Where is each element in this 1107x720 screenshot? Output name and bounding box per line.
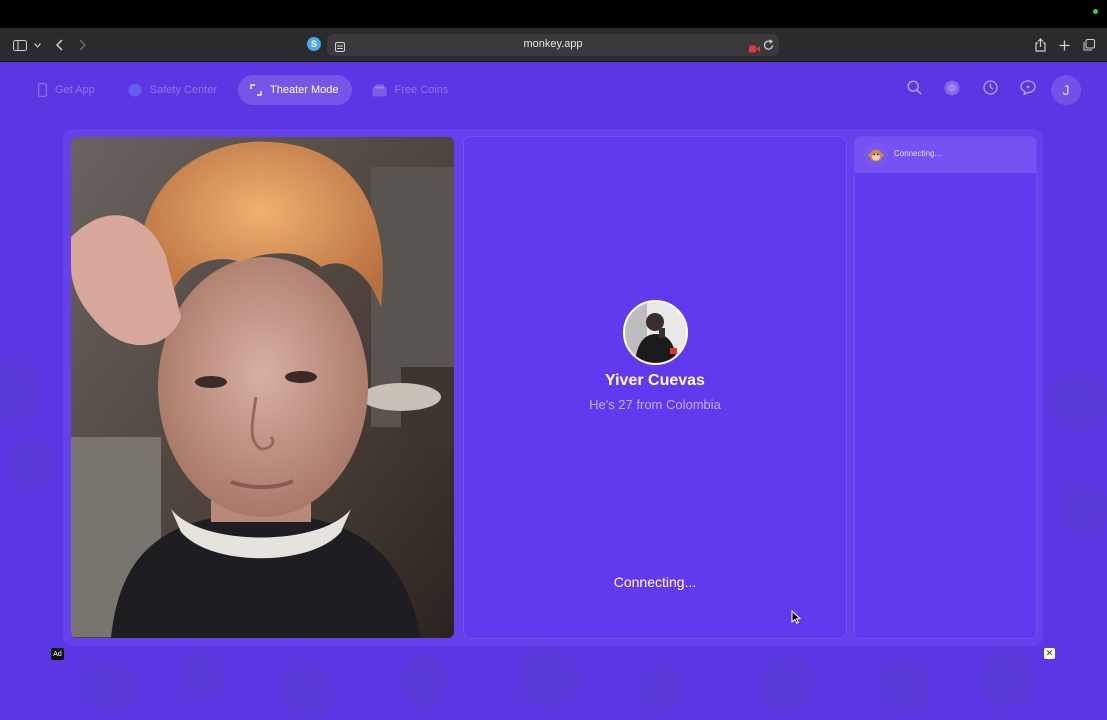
ad-badge: Ad <box>51 648 64 660</box>
profile-avatar[interactable]: J <box>1051 75 1081 105</box>
coins-icon <box>372 84 387 97</box>
connection-status: Connecting... <box>613 574 697 590</box>
browser-toolbar: S monkey.app <box>0 28 1107 62</box>
monkey-icon <box>864 143 888 167</box>
search-icon <box>906 80 922 100</box>
forward-icon[interactable] <box>77 36 87 54</box>
free-coins-label: Free Coins <box>394 84 449 96</box>
free-coins-button[interactable]: Free Coins <box>360 75 462 105</box>
phone-icon <box>38 83 47 97</box>
match-info: He's 27 from Colombia <box>589 397 721 412</box>
safety-center-label: Safety Center <box>149 84 218 96</box>
shield-icon <box>128 83 142 97</box>
theater-mode-label: Theater Mode <box>270 84 339 96</box>
top-nav: Get App Safety Center Theater Mode Free … <box>26 75 461 105</box>
url-text: monkey.app <box>523 38 583 50</box>
match-name: Yiver Cuevas <box>605 372 705 389</box>
menu-bar <box>0 0 1107 28</box>
camera-indicator-icon <box>1093 9 1098 14</box>
history-button[interactable] <box>975 75 1005 105</box>
reload-icon[interactable] <box>763 38 774 56</box>
chat-button[interactable] <box>1013 75 1043 105</box>
connecting-item: Connecting... <box>855 137 1036 173</box>
close-ad-button[interactable]: ✕ <box>1044 648 1055 659</box>
get-app-button[interactable]: Get App <box>26 75 108 105</box>
gems-button[interactable] <box>937 75 967 105</box>
monkey-app-page: Get App Safety Center Theater Mode Free … <box>0 62 1107 720</box>
local-video <box>71 137 454 638</box>
share-icon[interactable] <box>1034 36 1046 54</box>
gem-icon <box>944 80 960 101</box>
chat-icon <box>1020 80 1036 100</box>
safety-center-button[interactable]: Safety Center <box>116 75 230 105</box>
theater-mode-button[interactable]: Theater Mode <box>238 75 352 105</box>
get-app-label: Get App <box>55 84 95 96</box>
chat-sidebar: Connecting... <box>854 136 1037 639</box>
address-bar[interactable]: monkey.app <box>327 34 779 56</box>
tab-overview-icon[interactable] <box>1082 36 1095 54</box>
expand-icon <box>250 84 262 96</box>
match-avatar <box>623 300 688 365</box>
history-icon <box>982 80 998 100</box>
new-tab-icon[interactable] <box>1058 36 1070 54</box>
back-icon[interactable] <box>54 36 64 54</box>
right-nav: J <box>899 75 1081 105</box>
chevron-down-icon[interactable] <box>33 36 41 54</box>
sidebar-toggle-icon[interactable] <box>12 36 28 54</box>
mouse-cursor-icon <box>791 609 802 629</box>
match-panel: Yiver Cuevas He's 27 from Colombia Conne… <box>463 136 847 639</box>
connecting-item-label: Connecting... <box>894 149 942 158</box>
search-button[interactable] <box>899 75 929 105</box>
site-favicon: S <box>307 37 321 51</box>
camera-active-icon[interactable] <box>749 40 760 58</box>
